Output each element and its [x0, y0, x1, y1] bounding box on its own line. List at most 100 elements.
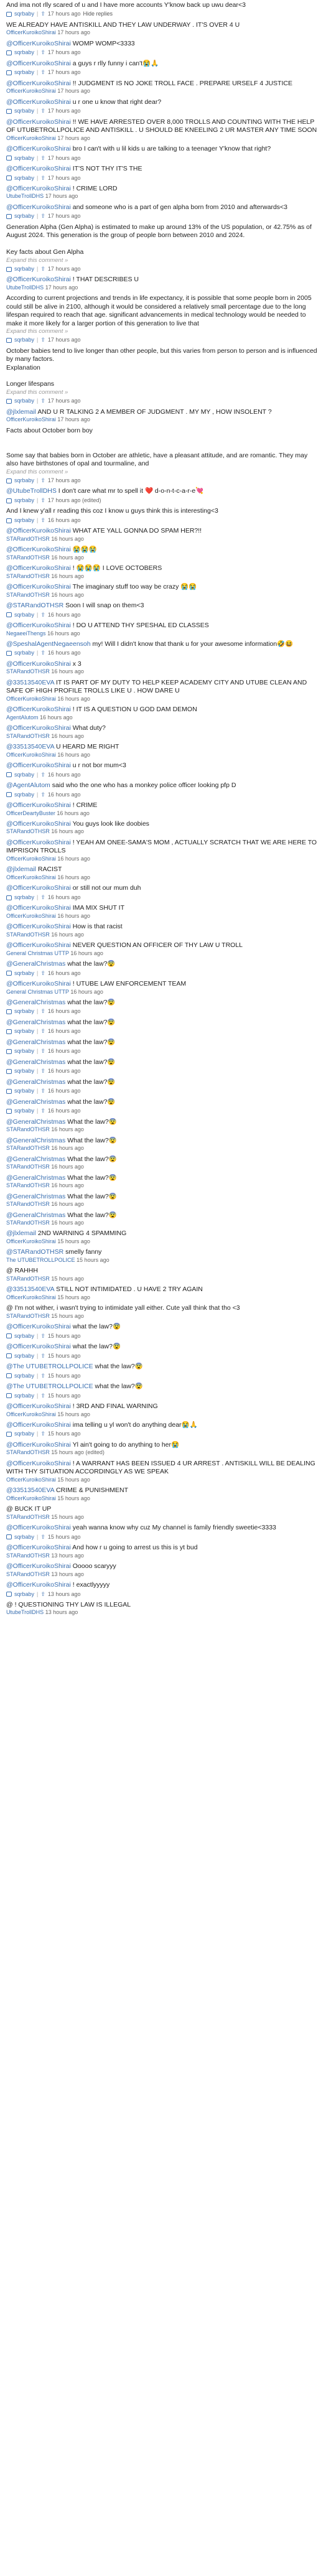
upvote-icon[interactable]: ⇧: [40, 1534, 45, 1541]
upvote-icon[interactable]: ⇧: [40, 1430, 45, 1438]
author-link[interactable]: sqrbaby: [14, 650, 34, 657]
reply-icon[interactable]: [6, 1069, 12, 1075]
expand-comment-link[interactable]: Expand this comment »: [6, 257, 320, 264]
author-link[interactable]: sqrbaby: [14, 612, 34, 619]
mention-link[interactable]: @OfficerKuroikoShirai: [6, 980, 71, 987]
author-link[interactable]: OfficerKuroikoShirai: [6, 1238, 56, 1244]
author-link[interactable]: sqrbaby: [14, 517, 34, 525]
mention-link[interactable]: @OfficerKuroikoShirai: [6, 276, 71, 283]
reply-icon[interactable]: [6, 337, 12, 343]
upvote-icon[interactable]: ⇧: [40, 970, 45, 978]
mention-link[interactable]: @STARandOTHSR: [6, 1248, 63, 1256]
author-link[interactable]: OfficerKuroikoShirai: [6, 696, 56, 702]
author-link[interactable]: sqrbaby: [14, 1373, 34, 1380]
reply-icon[interactable]: [6, 1009, 12, 1015]
mention-link[interactable]: @OfficerKuroikoShirai: [6, 660, 71, 668]
upvote-icon[interactable]: ⇧: [40, 497, 45, 505]
author-link[interactable]: sqrbaby: [14, 497, 34, 505]
mention-link[interactable]: @OfficerKuroikoShirai: [6, 98, 71, 106]
mention-link[interactable]: @OfficerKuroikoShirai: [6, 724, 71, 732]
mention-link[interactable]: @OfficerKuroikoShirai: [6, 1581, 71, 1589]
expand-comment-link[interactable]: Expand this comment »: [6, 389, 320, 396]
author-link[interactable]: The UTUBETROLLPOLICE: [6, 1257, 75, 1263]
mention-link[interactable]: @OfficerKuroikoShirai: [6, 941, 71, 949]
author-link[interactable]: OfficerKuroikoShirai: [6, 416, 56, 422]
reply-icon[interactable]: [6, 1534, 12, 1540]
author-link[interactable]: UtubeTrollDHS: [6, 284, 44, 291]
upvote-icon[interactable]: ⇧: [40, 612, 45, 619]
upvote-icon[interactable]: ⇧: [40, 213, 45, 220]
upvote-icon[interactable]: ⇧: [40, 517, 45, 525]
mention-link[interactable]: @GeneralChristmas: [6, 1174, 65, 1182]
upvote-icon[interactable]: ⇧: [40, 1393, 45, 1400]
upvote-icon[interactable]: ⇧: [40, 1373, 45, 1380]
mention-link[interactable]: @STARandOTHSR: [6, 602, 63, 609]
mention-link[interactable]: @OfficerKuroikoShirai: [6, 527, 71, 534]
author-link[interactable]: sqrbaby: [14, 266, 34, 273]
mention-link[interactable]: @GeneralChristmas: [6, 1019, 65, 1026]
author-link[interactable]: STARandOTHSR: [6, 1126, 50, 1132]
upvote-icon[interactable]: ⇧: [40, 266, 45, 273]
mention-link[interactable]: @33513540EVA: [6, 1286, 54, 1293]
upvote-icon[interactable]: ⇧: [40, 791, 45, 799]
author-link[interactable]: OfficerKuroikoShirai: [6, 135, 56, 141]
author-link[interactable]: UtubeTrollDHS: [6, 193, 44, 199]
reply-icon[interactable]: [6, 792, 12, 798]
author-link[interactable]: sqrbaby: [14, 1068, 34, 1075]
mention-link[interactable]: @jlxlemail: [6, 408, 36, 416]
author-link[interactable]: sqrbaby: [14, 337, 34, 344]
mention-link[interactable]: @GeneralChristmas: [6, 999, 65, 1006]
reply-icon[interactable]: [6, 70, 12, 76]
author-link[interactable]: STARandOTHSR: [6, 1164, 50, 1170]
upvote-icon[interactable]: ⇧: [40, 772, 45, 779]
mention-link[interactable]: @33513540EVA: [6, 679, 54, 686]
author-link[interactable]: sqrbaby: [14, 213, 34, 220]
author-link[interactable]: sqrbaby: [14, 1591, 34, 1598]
upvote-icon[interactable]: ⇧: [40, 49, 45, 57]
reply-icon[interactable]: [6, 175, 12, 181]
author-link[interactable]: OfficerDeartyBuster: [6, 810, 55, 816]
mention-link[interactable]: @GeneralChristmas: [6, 1211, 65, 1219]
mention-link[interactable]: @OfficerKuroikoShirai: [6, 1323, 71, 1330]
author-link[interactable]: OfficerKuroikoShirai: [6, 913, 56, 919]
mention-link[interactable]: @AgentAlutom: [6, 782, 50, 789]
mention-link[interactable]: @GeneralChristmas: [6, 1078, 65, 1086]
reply-icon[interactable]: [6, 1333, 12, 1339]
reply-icon[interactable]: [6, 1029, 12, 1035]
mention-link[interactable]: @jlxlemail: [6, 1230, 36, 1237]
upvote-icon[interactable]: ⇧: [40, 108, 45, 115]
mention-link[interactable]: @GeneralChristmas: [6, 1038, 65, 1046]
author-link[interactable]: sqrbaby: [14, 398, 34, 405]
author-link[interactable]: NegaeeiThengs: [6, 630, 46, 637]
author-link[interactable]: STARandOTHSR: [6, 1449, 50, 1455]
mention-link[interactable]: @33513540EVA: [6, 1486, 54, 1494]
author-link[interactable]: sqrbaby: [14, 772, 34, 779]
upvote-icon[interactable]: ⇧: [40, 175, 45, 182]
reply-icon[interactable]: [6, 12, 12, 17]
mention-link[interactable]: @OfficerKuroikoShirai: [6, 1544, 71, 1551]
author-link[interactable]: sqrbaby: [14, 1393, 34, 1400]
author-link[interactable]: STARandOTHSR: [6, 1571, 50, 1577]
mention-link[interactable]: @OfficerKuroikoShirai: [6, 1460, 71, 1467]
author-link[interactable]: sqrbaby: [14, 477, 34, 485]
upvote-icon[interactable]: ⇧: [40, 1028, 45, 1035]
author-link[interactable]: OfficerKuroikoShirai: [6, 29, 56, 35]
mention-link[interactable]: @33513540EVA: [6, 743, 54, 750]
mention-link[interactable]: @OfficerKuroikoShirai: [6, 801, 71, 809]
author-link[interactable]: sqrbaby: [14, 155, 34, 162]
mention-link[interactable]: @OfficerKuroikoShirai: [6, 839, 71, 846]
reply-icon[interactable]: [6, 895, 12, 900]
upvote-icon[interactable]: ⇧: [40, 477, 45, 485]
mention-link[interactable]: @OfficerKuroikoShirai: [6, 165, 71, 172]
reply-icon[interactable]: [6, 156, 12, 161]
author-link[interactable]: OfficerKuroikoShirai: [6, 1477, 56, 1483]
mention-link[interactable]: @OfficerKuroikoShirai: [6, 185, 71, 192]
mention-link[interactable]: @OfficerKuroikoShirai: [6, 904, 71, 912]
mention-link[interactable]: @OfficerKuroikoShirai: [6, 1562, 71, 1570]
upvote-icon[interactable]: ⇧: [40, 1333, 45, 1340]
author-link[interactable]: sqrbaby: [14, 1430, 34, 1438]
mention-link[interactable]: @jlxlemail: [6, 866, 36, 873]
author-link[interactable]: General Christmas UTTP: [6, 950, 69, 956]
author-link[interactable]: sqrbaby: [14, 791, 34, 799]
upvote-icon[interactable]: ⇧: [40, 11, 45, 18]
